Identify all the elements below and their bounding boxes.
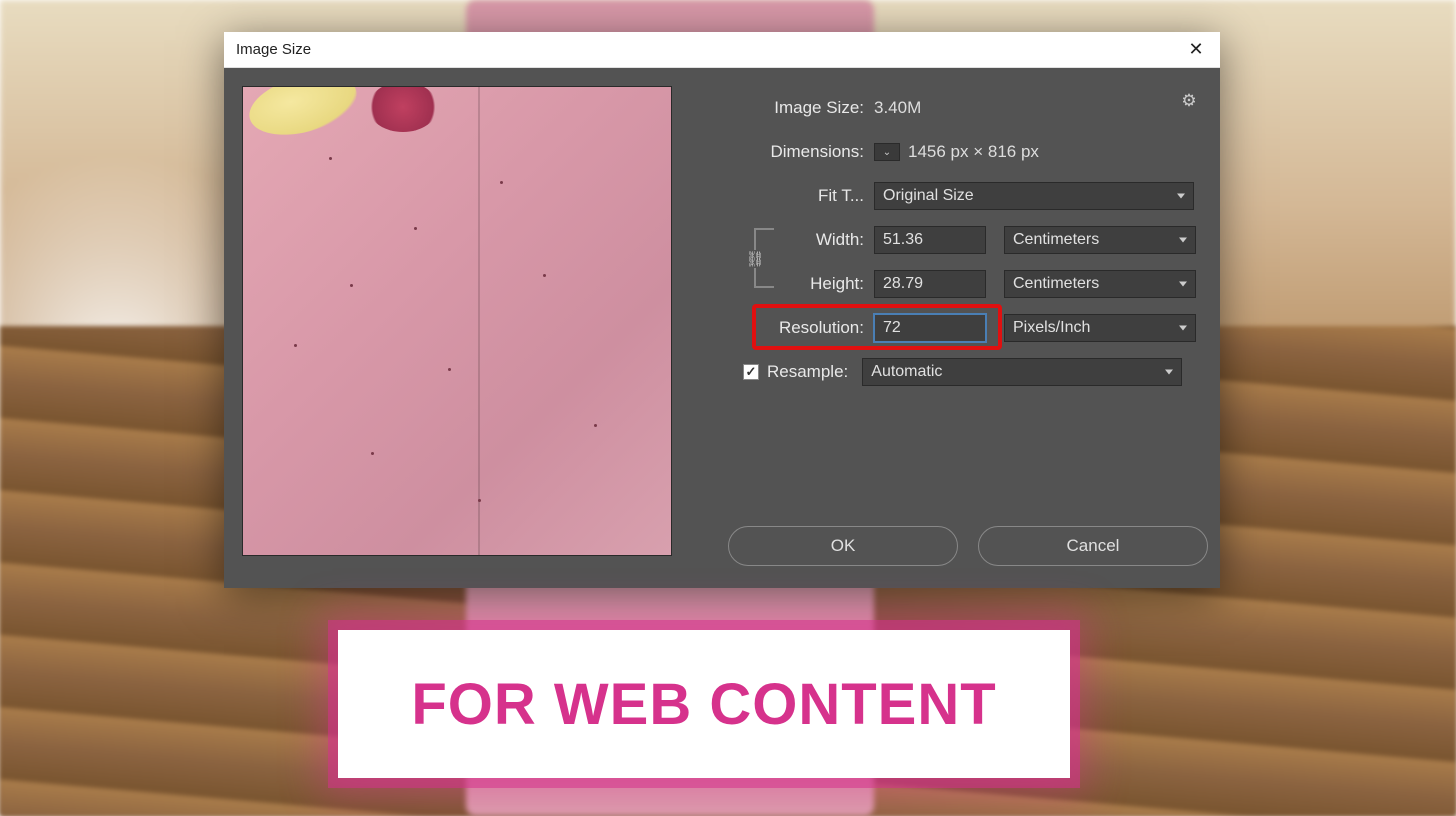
caption-box: FOR WEB CONTENT: [338, 630, 1070, 778]
resample-checkbox[interactable]: ✓: [743, 364, 759, 380]
row-resolution: Resolution: 72 Pixels/Inch: [694, 306, 1202, 350]
row-resample: ✓ Resample: Automatic: [694, 350, 1202, 394]
gear-icon[interactable]: ⚙: [1180, 92, 1198, 110]
resolution-unit-select[interactable]: Pixels/Inch: [1004, 314, 1196, 342]
width-label: Width:: [694, 230, 874, 250]
controls-panel: ⚙ Image Size: 3.40M Dimensions: ⌄ 1456 p…: [694, 86, 1202, 394]
fit-to-select[interactable]: Original Size: [874, 182, 1194, 210]
preview-garnish-berry: [368, 86, 438, 132]
image-size-value: 3.40M: [874, 98, 921, 118]
dialog-title: Image Size: [236, 41, 311, 58]
close-icon[interactable]: ✕: [1184, 38, 1208, 62]
chain-link-icon[interactable]: ⛓: [744, 250, 766, 268]
dialog-body: ⚙ Image Size: 3.40M Dimensions: ⌄ 1456 p…: [224, 68, 1220, 588]
row-dimensions: Dimensions: ⌄ 1456 px × 816 px: [694, 130, 1202, 174]
dialog-button-row: OK Cancel: [728, 526, 1208, 566]
row-fit-to: Fit T... Original Size: [694, 174, 1202, 218]
row-image-size: Image Size: 3.40M: [694, 86, 1202, 130]
ok-button[interactable]: OK: [728, 526, 958, 566]
dimensions-label: Dimensions:: [694, 142, 874, 162]
height-label: Height:: [694, 274, 874, 294]
resample-label: Resample:: [767, 362, 862, 382]
preview-garnish-banana: [243, 86, 363, 145]
image-size-dialog: Image Size ✕ ⚙ Image Size: 3.40M Dim: [224, 32, 1220, 588]
caption-text: FOR WEB CONTENT: [411, 671, 996, 738]
dimensions-unit-toggle[interactable]: ⌄: [874, 143, 900, 161]
resolution-label: Resolution:: [694, 318, 874, 338]
fit-to-label: Fit T...: [694, 186, 874, 206]
height-unit-select[interactable]: Centimeters: [1004, 270, 1196, 298]
image-preview: [242, 86, 672, 556]
resolution-input[interactable]: 72: [874, 314, 986, 342]
width-input[interactable]: 51.36: [874, 226, 986, 254]
cancel-button[interactable]: Cancel: [978, 526, 1208, 566]
resample-select[interactable]: Automatic: [862, 358, 1182, 386]
height-input[interactable]: 28.79: [874, 270, 986, 298]
dimensions-value: 1456 px × 816 px: [908, 142, 1039, 162]
image-size-label: Image Size:: [694, 98, 874, 118]
width-unit-select[interactable]: Centimeters: [1004, 226, 1196, 254]
dialog-titlebar: Image Size ✕: [224, 32, 1220, 68]
